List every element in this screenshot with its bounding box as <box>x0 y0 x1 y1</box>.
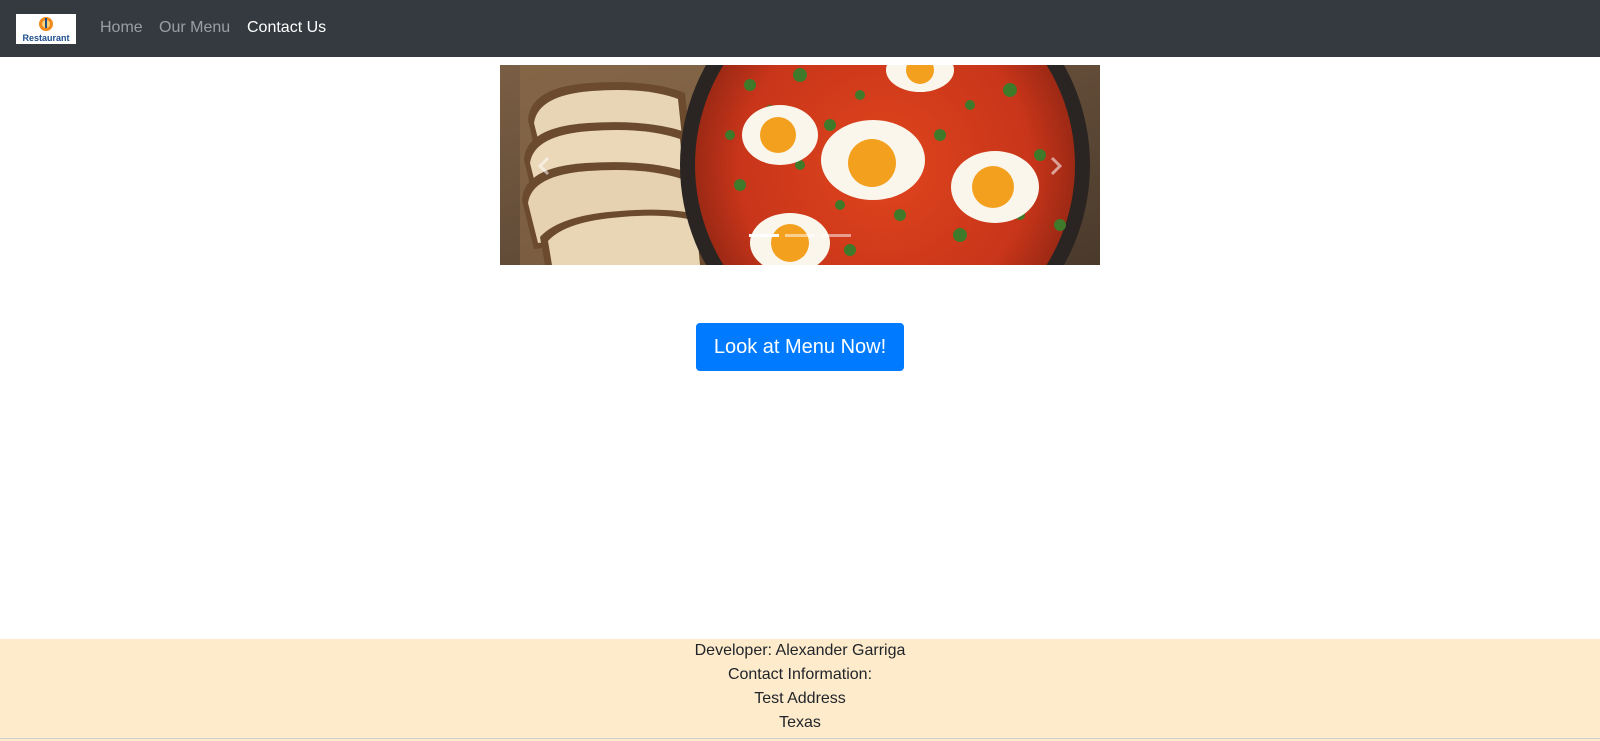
footer-developer: Developer: Alexander Garriga <box>694 642 906 659</box>
restaurant-logo[interactable]: Restaurant <box>16 14 76 44</box>
restaurant-logo-image: Restaurant <box>16 14 76 44</box>
page-footer: Developer: Alexander Garriga Contact Inf… <box>0 639 1600 741</box>
top-navbar: Restaurant Home Our Menu Contact Us <box>0 0 1600 57</box>
carousel-indicator-1[interactable] <box>749 234 779 237</box>
footer-address: Test Address <box>754 690 846 707</box>
carousel-indicator-2[interactable] <box>785 234 815 237</box>
carousel-indicators <box>500 234 1100 242</box>
look-at-menu-button[interactable]: Look at Menu Now! <box>696 323 904 371</box>
nav-contact-us-link[interactable]: Contact Us <box>247 18 326 38</box>
footer-state: Texas <box>779 714 821 731</box>
carousel-next-button[interactable] <box>1044 155 1066 177</box>
chevron-left-icon <box>537 156 550 176</box>
chevron-right-icon <box>1050 156 1063 176</box>
logo-text: Restaurant <box>22 33 69 43</box>
footer-contact-heading: Contact Information: <box>727 666 873 683</box>
carousel-indicator-3[interactable] <box>821 234 851 237</box>
carousel-prev-button[interactable] <box>534 155 556 177</box>
nav-our-menu-link[interactable]: Our Menu <box>159 18 230 38</box>
hero-carousel <box>500 65 1100 265</box>
nav-home-link[interactable]: Home <box>100 18 143 38</box>
footer-divider <box>0 738 1600 739</box>
